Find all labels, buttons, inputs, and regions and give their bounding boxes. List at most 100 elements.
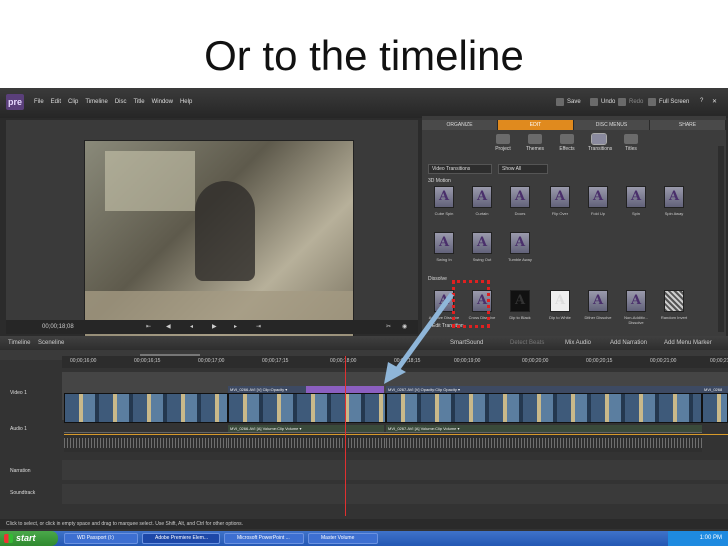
- monitor-panel: [6, 120, 418, 340]
- go-start-icon[interactable]: ⇤: [146, 323, 151, 330]
- audio-volume-line[interactable]: [64, 434, 728, 435]
- ruler-tick-label: 00;00;20;15: [586, 358, 613, 364]
- clock: 1:00 PM: [699, 535, 722, 541]
- audio-clip-0267[interactable]: [386, 432, 702, 452]
- video-clip-0266[interactable]: [228, 393, 386, 423]
- transition-2-label: Doors: [514, 211, 526, 216]
- transition-5-thumb[interactable]: A: [626, 186, 646, 208]
- system-tray: 1:00 PM: [668, 531, 728, 546]
- step-back-icon[interactable]: ◀: [166, 323, 171, 330]
- menu-file[interactable]: File: [34, 99, 44, 105]
- task-powerpoint[interactable]: Microsoft PowerPoint ...: [224, 533, 304, 544]
- transition-0-label: Cube Spin: [434, 211, 454, 216]
- transition-r2-1-label: Swing Out: [472, 257, 492, 262]
- add-narration-button[interactable]: Add Narration: [610, 340, 647, 346]
- save-button[interactable]: Save: [556, 98, 581, 106]
- dissolve-6-label: Random Invert: [660, 315, 688, 320]
- ruler-tick-label: 00;00;21;15: [710, 358, 728, 364]
- play-icon[interactable]: ▶: [212, 323, 217, 330]
- menu-window[interactable]: Window: [152, 99, 173, 105]
- ruler-tick-label: 00;00;16;15: [134, 358, 161, 364]
- drag-arrow-icon: [384, 292, 455, 384]
- audio-clip-0265[interactable]: [64, 432, 228, 452]
- mix-audio-button[interactable]: Mix Audio: [565, 340, 591, 346]
- preview-video[interactable]: [84, 140, 354, 340]
- transition-6-label: Spin Away: [664, 211, 684, 216]
- transition-r2-1-thumb[interactable]: A: [472, 232, 492, 254]
- ruler-tick-label: 00;00;20;00: [522, 358, 549, 364]
- menu-title[interactable]: Title: [133, 99, 144, 105]
- dissolve-5-thumb[interactable]: A: [626, 290, 646, 312]
- windows-taskbar: start WD Passport (I:) Adobe Premiere El…: [0, 531, 728, 546]
- premiere-window: pre File Edit Clip Timeline Disc Title W…: [0, 88, 728, 533]
- transition-2-thumb[interactable]: A: [510, 186, 530, 208]
- video-person: [195, 181, 255, 281]
- narration-lane: [62, 460, 728, 480]
- clip-header-0267-audio[interactable]: MVI_0267.AVI [A] Volume:Clip Volume ▾: [386, 425, 702, 432]
- audio-clip-0266[interactable]: [228, 432, 386, 452]
- dissolve-4-thumb[interactable]: A: [588, 290, 608, 312]
- transition-r2-0-thumb[interactable]: A: [434, 232, 454, 254]
- go-end-icon[interactable]: ⇥: [256, 323, 261, 330]
- clip-header-0266-audio[interactable]: MVI_0266.AVI [A] Volume:Clip Volume ▾: [228, 425, 384, 432]
- video-clip-0265[interactable]: [64, 393, 228, 423]
- video-clip-0267[interactable]: [386, 393, 702, 423]
- step-back-frame-icon[interactable]: ◂: [190, 323, 193, 330]
- transition-3-thumb[interactable]: A: [550, 186, 570, 208]
- dissolve-4-label: Dither Dissolve: [584, 315, 612, 320]
- ruler-tick-label: 00;00;16;00: [70, 358, 97, 364]
- fullscreen-button[interactable]: Full Screen: [648, 98, 689, 106]
- waveform: [64, 438, 228, 448]
- waveform: [386, 438, 702, 448]
- waveform: [228, 438, 386, 448]
- task-master-volume[interactable]: Master Volume: [308, 533, 378, 544]
- help-icon[interactable]: ?: [700, 98, 703, 104]
- soundtrack-lane: [62, 484, 728, 504]
- undo-button[interactable]: Undo: [590, 98, 615, 106]
- status-bar: Click to select, or click in empty space…: [0, 519, 728, 529]
- fullscreen-icon: [648, 98, 656, 106]
- start-button[interactable]: start: [0, 531, 58, 546]
- dissolve-6-thumb[interactable]: A: [664, 290, 684, 312]
- add-menu-marker-button[interactable]: Add Menu Marker: [664, 340, 712, 346]
- track-label-video1: Video 1: [10, 390, 27, 396]
- menu-clip[interactable]: Clip: [68, 99, 78, 105]
- track-label-narration: Narration: [10, 468, 31, 474]
- dissolve-3-thumb[interactable]: A: [550, 290, 570, 312]
- menu-items: File Edit Clip Timeline Disc Title Windo…: [34, 99, 192, 105]
- step-forward-frame-icon[interactable]: ▸: [234, 323, 237, 330]
- ruler-tick-label: 00;00;17;00: [198, 358, 225, 364]
- video-clip-0268[interactable]: [702, 393, 728, 423]
- ruler-tick-label: 00;00;21;00: [650, 358, 677, 364]
- app-logo: pre: [6, 94, 24, 110]
- panel-scrollbar[interactable]: [718, 146, 724, 332]
- clip-header-0268-video[interactable]: MVI_0268: [702, 386, 728, 393]
- dissolve-3-label: Dip to White: [549, 315, 571, 320]
- undo-icon: [590, 98, 598, 106]
- transition-1-thumb[interactable]: A: [472, 186, 492, 208]
- menu-edit[interactable]: Edit: [51, 99, 61, 105]
- transition-4-thumb[interactable]: A: [588, 186, 608, 208]
- transition-0-thumb[interactable]: A: [434, 186, 454, 208]
- menu-help[interactable]: Help: [180, 99, 192, 105]
- slide-title: Or to the timeline: [204, 32, 524, 79]
- task-wd-passport[interactable]: WD Passport (I:): [64, 533, 138, 544]
- windows-flag-icon: [4, 534, 13, 543]
- menu-timeline[interactable]: Timeline: [85, 99, 107, 105]
- save-icon: [556, 98, 564, 106]
- transition-r2-2-thumb[interactable]: A: [510, 232, 530, 254]
- dissolve-2-thumb[interactable]: A: [510, 290, 530, 312]
- transition-4-label: Fold Up: [590, 211, 605, 216]
- redo-button[interactable]: Redo: [618, 98, 643, 106]
- transition-6-thumb[interactable]: A: [664, 186, 684, 208]
- ruler-tick-label: 00;00;18;00: [330, 358, 357, 364]
- tab-timeline[interactable]: Timeline: [8, 340, 30, 346]
- playhead[interactable]: [345, 356, 346, 516]
- task-premiere[interactable]: Adobe Premiere Elem...: [142, 533, 220, 544]
- transition-r2-0-label: Swing In: [436, 257, 452, 262]
- detect-beats-button[interactable]: Detect Beats: [510, 340, 544, 346]
- menu-disc[interactable]: Disc: [115, 99, 127, 105]
- clip-header-0267-video[interactable]: MVI_0267.AVI [V] Opacity:Clip Opacity ▾: [386, 386, 702, 393]
- tab-sceneline[interactable]: Sceneline: [38, 340, 64, 346]
- close-icon[interactable]: ✕: [712, 98, 717, 105]
